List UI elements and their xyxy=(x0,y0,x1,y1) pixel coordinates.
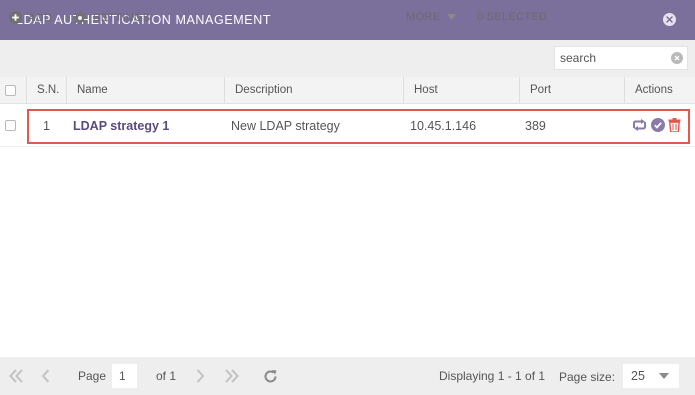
more-dropdown[interactable]: MORE xyxy=(406,11,462,23)
column-header-actions: Actions xyxy=(635,84,673,96)
column-header-name[interactable]: Name xyxy=(67,77,225,103)
row-checkbox-cell xyxy=(5,106,16,146)
page-size-label: Page size: xyxy=(559,370,616,384)
refresh-icon[interactable] xyxy=(631,119,648,131)
check-icon[interactable] xyxy=(651,118,665,132)
chevron-down-icon xyxy=(659,373,669,379)
add-icon xyxy=(9,11,28,24)
more-label: MORE xyxy=(406,11,441,23)
column-header-sn[interactable]: S.N. xyxy=(27,77,67,103)
column-header-description[interactable]: Description xyxy=(225,77,404,103)
displaying-info: Displaying 1 - 1 of 1 xyxy=(439,369,546,383)
settings-button[interactable]: SETTINGS xyxy=(73,11,150,25)
selected-count-label: 0 SELECTED xyxy=(477,11,548,23)
page-of-label: of 1 xyxy=(156,369,177,383)
clear-search-icon[interactable] xyxy=(671,52,683,64)
grid-header: S.N. Name Description Host Port Actions xyxy=(0,77,695,104)
column-header-host[interactable]: Host xyxy=(404,77,520,103)
first-page-icon[interactable] xyxy=(9,369,24,383)
reload-icon[interactable] xyxy=(263,369,278,384)
row-name-link[interactable]: LDAP strategy 1 xyxy=(73,106,169,146)
last-page-icon[interactable] xyxy=(224,369,239,383)
next-page-icon[interactable] xyxy=(196,369,205,383)
search-input[interactable] xyxy=(560,48,668,68)
table-row[interactable]: 1 LDAP strategy 1 New LDAP strategy 10.4… xyxy=(0,106,695,147)
page-number-input[interactable] xyxy=(112,364,137,388)
page-label: Page xyxy=(78,369,107,383)
page-size-select[interactable]: 25 xyxy=(623,364,679,388)
settings-label: SETTINGS xyxy=(93,12,151,24)
add-label: ADD xyxy=(28,11,53,24)
row-checkbox[interactable] xyxy=(5,120,16,132)
close-icon[interactable] xyxy=(663,13,676,26)
selected-count: 0 SELECTED xyxy=(477,11,547,23)
row-port: 389 xyxy=(525,119,546,133)
row-actions xyxy=(631,118,684,132)
header-select-all-cell xyxy=(0,77,27,103)
row-description: New LDAP strategy xyxy=(231,119,340,133)
search-box xyxy=(554,46,688,70)
select-all-checkbox[interactable] xyxy=(5,85,16,96)
row-sn: 1 xyxy=(43,119,50,133)
page-size-value: 25 xyxy=(631,369,645,383)
add-button[interactable]: ADD xyxy=(9,11,52,24)
pagination-bar: Page of 1 Displaying 1 - 1 of 1 Page siz… xyxy=(0,357,695,395)
row-host: 10.45.1.146 xyxy=(410,119,477,133)
column-header-port[interactable]: Port xyxy=(520,77,625,103)
prev-page-icon[interactable] xyxy=(41,369,50,383)
chevron-down-icon xyxy=(447,14,462,20)
gear-icon xyxy=(73,11,93,25)
trash-icon[interactable] xyxy=(668,118,681,132)
